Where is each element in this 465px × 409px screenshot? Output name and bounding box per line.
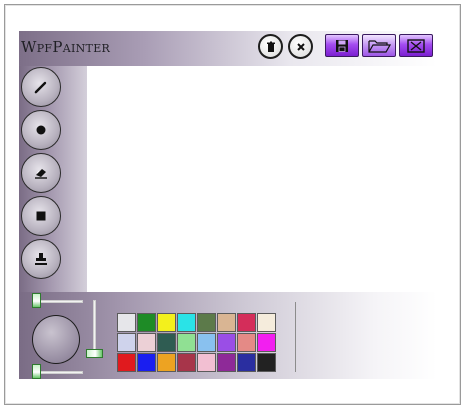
app-window: WpfPainter [19,31,437,379]
color-swatch[interactable] [257,333,276,352]
brush-height-slider-thumb[interactable] [86,349,103,358]
color-swatch[interactable] [137,333,156,352]
clear-button[interactable] [258,34,283,59]
dot-icon [36,125,46,135]
square-icon [36,211,46,221]
color-swatch[interactable] [257,313,276,332]
eraser-tool[interactable] [21,153,61,193]
color-swatch[interactable] [177,353,196,372]
color-swatch[interactable] [237,313,256,332]
drawing-canvas[interactable] [87,66,437,292]
color-swatch[interactable] [237,333,256,352]
floppy-disk-icon [336,39,348,52]
close-icon [296,42,305,51]
color-swatch[interactable] [177,313,196,332]
color-swatch[interactable] [157,353,176,372]
color-swatch[interactable] [157,313,176,332]
panel-divider [295,302,296,372]
title-bar: WpfPainter [19,31,437,66]
brush-settings-panel [19,292,437,379]
brush-tool[interactable] [21,110,61,150]
color-palette [117,313,277,374]
stamp-tool[interactable] [21,239,61,279]
color-swatch[interactable] [197,313,216,332]
rectangle-tool[interactable] [21,196,61,236]
color-swatch[interactable] [257,353,276,372]
brush-preview [32,315,80,364]
eraser-icon [35,169,47,179]
color-swatch[interactable] [197,333,216,352]
pencil-icon [34,81,47,94]
color-swatch[interactable] [137,313,156,332]
color-swatch[interactable] [217,333,236,352]
window-close-icon [407,38,425,53]
color-swatch[interactable] [217,313,236,332]
pen-tool[interactable] [21,67,61,107]
color-swatch[interactable] [197,353,216,372]
exit-button[interactable] [399,34,433,57]
color-swatch[interactable] [157,333,176,352]
color-swatch[interactable] [117,333,136,352]
color-swatch[interactable] [137,353,156,372]
open-button[interactable] [362,34,396,57]
app-title: WpfPainter [21,38,111,56]
color-swatch[interactable] [117,353,136,372]
color-swatch[interactable] [217,353,236,372]
brush-height-slider-track[interactable] [93,300,96,356]
brush-width-slider-bottom-thumb[interactable] [32,364,41,379]
folder-open-icon [368,39,391,53]
close-round-button[interactable] [288,34,313,59]
color-swatch[interactable] [237,353,256,372]
save-button[interactable] [325,34,359,57]
color-swatch[interactable] [177,333,196,352]
color-swatch[interactable] [117,313,136,332]
tool-panel [19,66,87,292]
stamp-icon [35,253,47,265]
brush-width-slider-top-thumb[interactable] [32,293,41,308]
trash-icon [266,41,275,52]
